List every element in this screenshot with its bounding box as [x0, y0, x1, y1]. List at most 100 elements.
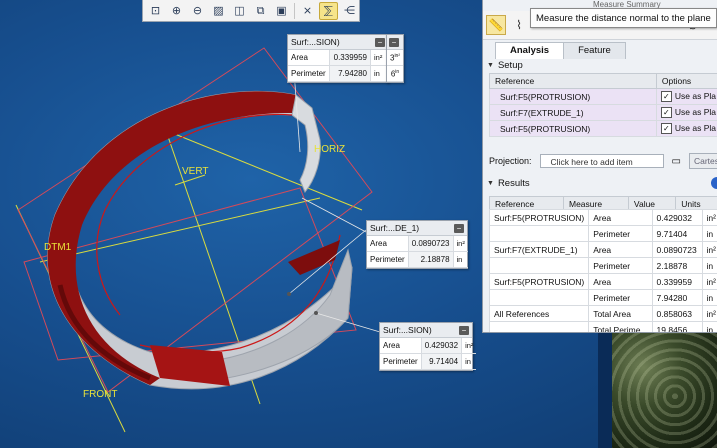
- measure-cell: Total Perime...: [588, 321, 653, 332]
- table-row[interactable]: All References Total Area 0.858063 in²: [488, 305, 717, 322]
- repaint-icon[interactable]: ▨: [209, 2, 228, 20]
- reference-cell: [488, 257, 590, 274]
- unit-cell: in: [701, 289, 717, 306]
- reference-cell: [488, 321, 590, 332]
- options-cell[interactable]: ✓ Use as Pla: [655, 88, 717, 105]
- unit-cell: in²: [701, 305, 717, 322]
- table-row[interactable]: Perimeter 9.71404 in: [488, 225, 717, 242]
- results-rows: Surf:F5(PROTRUSION) Area 0.429032 in² Perim…: [488, 209, 717, 332]
- zoom-fit-icon[interactable]: ⊡: [146, 2, 165, 20]
- collapse-icon: ▼: [487, 180, 494, 187]
- callout-value: 3in²: [387, 50, 403, 66]
- value-cell: 0.339959: [651, 273, 703, 290]
- column-header: Reference: [489, 73, 657, 89]
- measure-cell: Total Area: [588, 305, 653, 322]
- setup-label: Setup: [497, 60, 523, 71]
- measure-callout-f5-protrusion[interactable]: Surf:...SION) − Area 0.339959 in² Perimeter…: [287, 34, 389, 83]
- results-section-header[interactable]: ▼ Results: [487, 177, 530, 190]
- view-manager-icon[interactable]: ▣: [272, 2, 291, 20]
- measure-cell: Perimeter: [588, 225, 653, 242]
- callout-label: Perimeter: [288, 65, 330, 82]
- callout-label: Perimeter: [367, 251, 409, 268]
- callout-value: 0.0890723: [407, 236, 454, 252]
- value-cell: 0.858063: [651, 305, 703, 322]
- minimize-icon[interactable]: −: [454, 223, 464, 233]
- measure-summary-panel: Measure Summary 📏 ⌇ ⌀ Analysis Feature ▼…: [482, 0, 717, 333]
- setup-section-header[interactable]: ▼ Setup: [487, 59, 523, 72]
- callout-value: 7.94280: [329, 65, 371, 82]
- datum-label-vert: VERT: [182, 166, 209, 177]
- callout-value: 9.71404: [420, 353, 463, 370]
- zoom-out-icon[interactable]: ⊖: [188, 2, 207, 20]
- reference-cell: Surf:F5(PROTRUSION): [488, 209, 590, 226]
- measure-cell: Area: [588, 209, 653, 226]
- minimize-icon[interactable]: −: [389, 37, 399, 47]
- callout-value: 2.18878: [407, 251, 454, 268]
- info-icon[interactable]: [711, 177, 717, 189]
- value-cell: 0.0890723: [651, 241, 703, 258]
- tab-analysis[interactable]: Analysis: [495, 42, 565, 59]
- measure-cell: Area: [588, 273, 653, 290]
- options-cell[interactable]: ✓ Use as Pla: [655, 104, 717, 121]
- table-row[interactable]: Surf:F7(EXTRUDE_1) Area 0.0890723 in²: [488, 241, 717, 258]
- column-header: Options: [655, 73, 717, 89]
- toolbar-separator: [294, 2, 295, 19]
- display-icon[interactable]: ▭: [672, 156, 681, 167]
- table-row[interactable]: Surf:F5(PROTRUSION) ✓ Use as Pla: [489, 120, 717, 137]
- options-cell[interactable]: ✓ Use as Pla: [655, 120, 717, 137]
- table-row[interactable]: Surf:F5(PROTRUSION) Area 0.429032 in²: [488, 209, 717, 226]
- projection-input[interactable]: Click here to add item: [539, 154, 664, 168]
- table-row[interactable]: Surf:F5(PROTRUSION) ✓ Use as Pla: [489, 88, 717, 105]
- reference-cell: All References: [488, 305, 590, 322]
- measure-cell: Perimeter: [588, 289, 653, 306]
- results-label: Results: [497, 178, 530, 189]
- datum-display-icon[interactable]: ⨯: [298, 2, 317, 20]
- tab-feature[interactable]: Feature: [563, 42, 626, 59]
- measure-callout-f7-extrude[interactable]: Surf:...DE_1) − Area 0.0890723 in² Perimete…: [366, 220, 468, 269]
- saved-orientation-icon[interactable]: ⧉: [251, 2, 270, 20]
- length-icon[interactable]: ⌇: [509, 15, 529, 35]
- callout-unit: in: [461, 353, 477, 370]
- reference-cell: [488, 225, 590, 242]
- zoom-in-icon[interactable]: ⊕: [167, 2, 186, 20]
- unit-cell: in²: [701, 241, 717, 258]
- annotation-display-icon[interactable]: ⅀: [319, 1, 338, 20]
- datum-label-front: FRONT: [83, 389, 117, 400]
- checkbox-icon[interactable]: ✓: [660, 107, 672, 119]
- unit-cell: in: [701, 321, 717, 332]
- minimize-icon[interactable]: −: [375, 37, 385, 47]
- callout-title: Surf:...SION): [291, 37, 340, 47]
- datum-label-dtm1: DTM1: [44, 242, 72, 253]
- unit-cell: in: [701, 257, 717, 274]
- unit-cell: in²: [701, 273, 717, 290]
- spin-center-icon[interactable]: ⋲: [340, 2, 359, 20]
- table-row[interactable]: Perimeter 2.18878 in: [488, 257, 717, 274]
- projection-label: Projection:: [489, 156, 532, 166]
- reference-cell: Surf:F7(EXTRUDE_1): [488, 241, 590, 258]
- display-style-icon[interactable]: ◫: [230, 2, 249, 20]
- callout-title: Surf:...SION): [383, 325, 432, 335]
- table-row[interactable]: Perimeter 7.94280 in: [488, 289, 717, 306]
- coordinate-system-dropdown[interactable]: Cartesia: [688, 153, 717, 169]
- checkbox-icon[interactable]: ✓: [660, 91, 672, 103]
- table-row[interactable]: Total Perime... 19.8456 in: [488, 321, 717, 332]
- reference-cell: Surf:F5(PROTRUSION): [488, 273, 590, 290]
- value-cell: 2.18878: [651, 257, 703, 274]
- value-cell: 0.429032: [651, 209, 703, 226]
- callout-title: Surf:...DE_1): [370, 223, 420, 233]
- minimize-icon[interactable]: −: [459, 325, 469, 335]
- value-cell: 7.94280: [651, 289, 703, 306]
- table-row[interactable]: Surf:F5(PROTRUSION) Area 0.339959 in²: [488, 273, 717, 290]
- ruler-icon[interactable]: 📏: [486, 15, 506, 35]
- callout-label: Area: [367, 236, 409, 252]
- checkbox-icon[interactable]: ✓: [660, 123, 672, 135]
- option-label: Use as Pla: [674, 106, 716, 117]
- projection-row: Projection: Click here to add item ▭ Car…: [489, 153, 717, 169]
- tooltip: Measure the distance normal to the plane: [530, 8, 717, 28]
- datum-label-horiz: HORIZ: [314, 144, 345, 155]
- measure-callout-f5-protrusion-2[interactable]: Surf:...SION) − Area 0.429032 in² Perimeter…: [379, 322, 477, 371]
- callout-label: Area: [380, 338, 422, 354]
- table-row[interactable]: Surf:F7(EXTRUDE_1) ✓ Use as Pla: [489, 104, 717, 121]
- measure-callout-hidden[interactable]: − 3in² 6in: [386, 34, 404, 83]
- setup-table: Reference Options Surf:F5(PROTRUSION) ✓ Use…: [489, 73, 717, 137]
